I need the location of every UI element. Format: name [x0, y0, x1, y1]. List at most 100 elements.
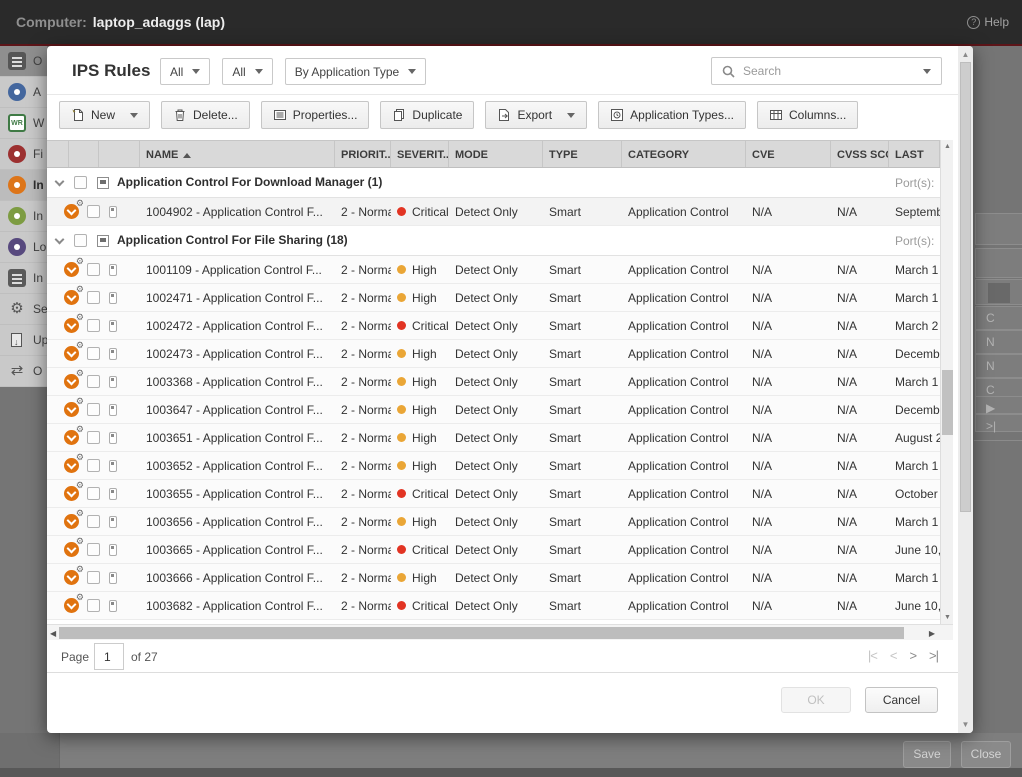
sidebar-item-settings[interactable]: ⚙Se	[0, 294, 47, 325]
table-row[interactable]: ⚙1003665 - Application Control F...2 - N…	[47, 536, 940, 564]
delete-button[interactable]: Delete...	[161, 101, 250, 129]
help-button[interactable]: ? Help	[967, 15, 1009, 29]
scroll-left-icon[interactable]: ◀	[50, 629, 56, 638]
table-row[interactable]: ⚙1003652 - Application Control F...2 - N…	[47, 452, 940, 480]
column-header-category[interactable]: CATEGORY	[622, 141, 746, 167]
sidebar-item-anti-malware[interactable]: A	[0, 77, 47, 108]
table-row[interactable]: ⚙1002473 - Application Control F...2 - N…	[47, 340, 940, 368]
sidebar-item-firewall[interactable]: Fi	[0, 139, 47, 170]
row-checkbox[interactable]	[87, 319, 100, 332]
row-checkbox[interactable]	[87, 205, 100, 218]
sidebar-item-interfaces[interactable]: In	[0, 263, 47, 294]
column-header-cvss-scor[interactable]: CVSS SCOR...	[831, 141, 889, 167]
scroll-down-icon[interactable]: ▼	[941, 614, 954, 621]
row-checkbox[interactable]	[87, 291, 100, 304]
dialog-scroll-down-icon[interactable]: ▼	[958, 720, 973, 729]
group-row[interactable]: Application Control For Download Manager…	[47, 168, 940, 198]
ok-button[interactable]: OK	[781, 687, 851, 713]
table-row[interactable]: ⚙1003647 - Application Control F...2 - N…	[47, 396, 940, 424]
row-checkbox[interactable]	[87, 599, 100, 612]
table-row[interactable]: ⚙1001109 - Application Control F...2 - N…	[47, 256, 940, 284]
dialog-scroll-up-icon[interactable]: ▲	[958, 50, 973, 59]
dialog-scrollbar[interactable]: ▲ ▼	[958, 46, 973, 733]
table-row[interactable]: ⚙1003656 - Application Control F...2 - N…	[47, 508, 940, 536]
scroll-up-icon[interactable]: ▲	[941, 143, 954, 150]
application-types-button[interactable]: Application Types...	[598, 101, 746, 129]
sidebar-item-updates[interactable]: ↓Up	[0, 325, 47, 356]
search-input[interactable]	[743, 64, 906, 78]
sidebar-item-log-inspection[interactable]: Lo	[0, 232, 47, 263]
export-button[interactable]: Export	[485, 101, 587, 129]
filter-dropdown-2[interactable]: By Application Type	[285, 58, 427, 85]
sidebar-item-intrusion-prevention[interactable]: In	[0, 170, 47, 201]
row-checkbox[interactable]	[87, 487, 100, 500]
columns-button[interactable]: Columns...	[757, 101, 858, 129]
sidebar-item-label: A	[33, 85, 41, 99]
row-checkbox[interactable]	[87, 403, 100, 416]
horizontal-scroll-thumb[interactable]	[59, 627, 904, 639]
table-row[interactable]: ⚙1003666 - Application Control F...2 - N…	[47, 564, 940, 592]
properties-button[interactable]: Properties...	[261, 101, 370, 129]
cell-mode: Detect Only	[449, 347, 543, 361]
sidebar-item-integrity-monitoring[interactable]: In	[0, 201, 47, 232]
row-checkbox[interactable]	[87, 515, 100, 528]
updates-icon: ↓	[8, 331, 26, 349]
prev-page-button[interactable]: <	[890, 648, 897, 663]
search-box[interactable]	[711, 57, 942, 85]
table-row[interactable]: ⚙1004902 - Application Control F...2 - N…	[47, 198, 940, 226]
cell-cve: N/A	[746, 431, 831, 445]
cell-type: Smart	[543, 459, 622, 473]
sidebar-item-overview[interactable]: O	[0, 46, 47, 77]
table-row[interactable]: ⚙1003368 - Application Control F...2 - N…	[47, 368, 940, 396]
search-caret-icon[interactable]	[923, 69, 931, 74]
column-header-cve[interactable]: CVE	[746, 141, 831, 167]
table-vertical-scrollbar[interactable]: ▲ ▼	[940, 140, 953, 624]
table-horizontal-scrollbar[interactable]: ◀ ▶	[47, 624, 953, 640]
sidebar-item-web-reputation[interactable]: WRW	[0, 108, 47, 139]
row-checkbox[interactable]	[87, 431, 100, 444]
table-scroll-thumb[interactable]	[942, 370, 953, 435]
page-number-input[interactable]	[94, 643, 124, 670]
save-button[interactable]: Save	[903, 741, 951, 768]
toolbar-button-label: Duplicate	[412, 108, 462, 122]
row-checkbox[interactable]	[87, 263, 100, 276]
row-checkbox[interactable]	[87, 459, 100, 472]
column-header-severit[interactable]: SEVERIT...	[391, 141, 449, 167]
rule-details-icon	[109, 460, 117, 472]
chevron-expand-icon[interactable]	[55, 177, 65, 187]
new-button[interactable]: New	[59, 101, 150, 129]
close-button[interactable]: Close	[961, 741, 1011, 768]
table-row[interactable]: ⚙1003655 - Application Control F...2 - N…	[47, 480, 940, 508]
group-checkbox[interactable]	[74, 234, 87, 247]
column-header-mode[interactable]: MODE	[449, 141, 543, 167]
filter-dropdown-1[interactable]: All	[222, 58, 272, 85]
table-row[interactable]: ⚙1002472 - Application Control F...2 - N…	[47, 312, 940, 340]
cancel-button[interactable]: Cancel	[865, 687, 938, 713]
group-row[interactable]: Application Control For File Sharing (18…	[47, 226, 940, 256]
cell-priority: 2 - Normal	[335, 571, 391, 585]
table-row[interactable]: ⚙1003651 - Application Control F...2 - N…	[47, 424, 940, 452]
column-header-last[interactable]: LAST	[889, 141, 940, 167]
sidebar-item-overrides[interactable]: ⇄O	[0, 356, 47, 387]
column-header-priorit[interactable]: PRIORIT...	[335, 141, 391, 167]
scroll-right-icon[interactable]: ▶	[929, 629, 935, 638]
column-header-name[interactable]: NAME	[140, 141, 335, 167]
last-page-button[interactable]: >|	[929, 648, 938, 663]
table-row[interactable]: ⚙1002471 - Application Control F...2 - N…	[47, 284, 940, 312]
dialog-scroll-thumb[interactable]	[960, 62, 971, 512]
row-checkbox[interactable]	[87, 375, 100, 388]
table-row[interactable]: ⚙1003682 - Application Control F...2 - N…	[47, 592, 940, 620]
group-checkbox[interactable]	[74, 176, 87, 189]
row-checkbox[interactable]	[87, 571, 100, 584]
cell-cvss: N/A	[831, 431, 889, 445]
row-checkbox[interactable]	[87, 347, 100, 360]
filter-dropdown-0[interactable]: All	[160, 58, 210, 85]
background-fragment-box	[975, 248, 1022, 278]
row-checkbox[interactable]	[87, 543, 100, 556]
first-page-button[interactable]: |<	[868, 648, 877, 663]
chevron-expand-icon[interactable]	[55, 235, 65, 245]
duplicate-button[interactable]: Duplicate	[380, 101, 474, 129]
next-page-button[interactable]: >	[909, 648, 916, 663]
column-header-type[interactable]: TYPE	[543, 141, 622, 167]
severity-dot-icon	[397, 377, 406, 386]
